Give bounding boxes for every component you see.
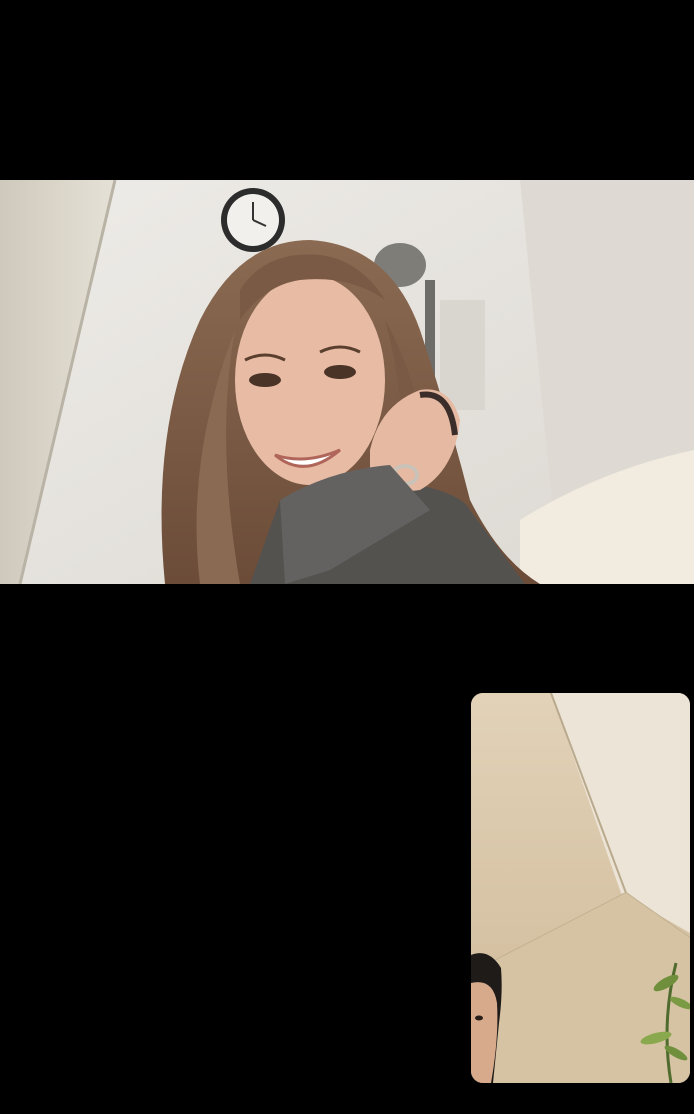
remote-participant-video[interactable] xyxy=(0,180,694,584)
self-view-frame xyxy=(471,693,690,1083)
wall-clock xyxy=(221,188,285,252)
remote-video-frame xyxy=(0,180,694,584)
video-call-screen xyxy=(0,0,694,1114)
self-view-video[interactable] xyxy=(471,693,690,1083)
